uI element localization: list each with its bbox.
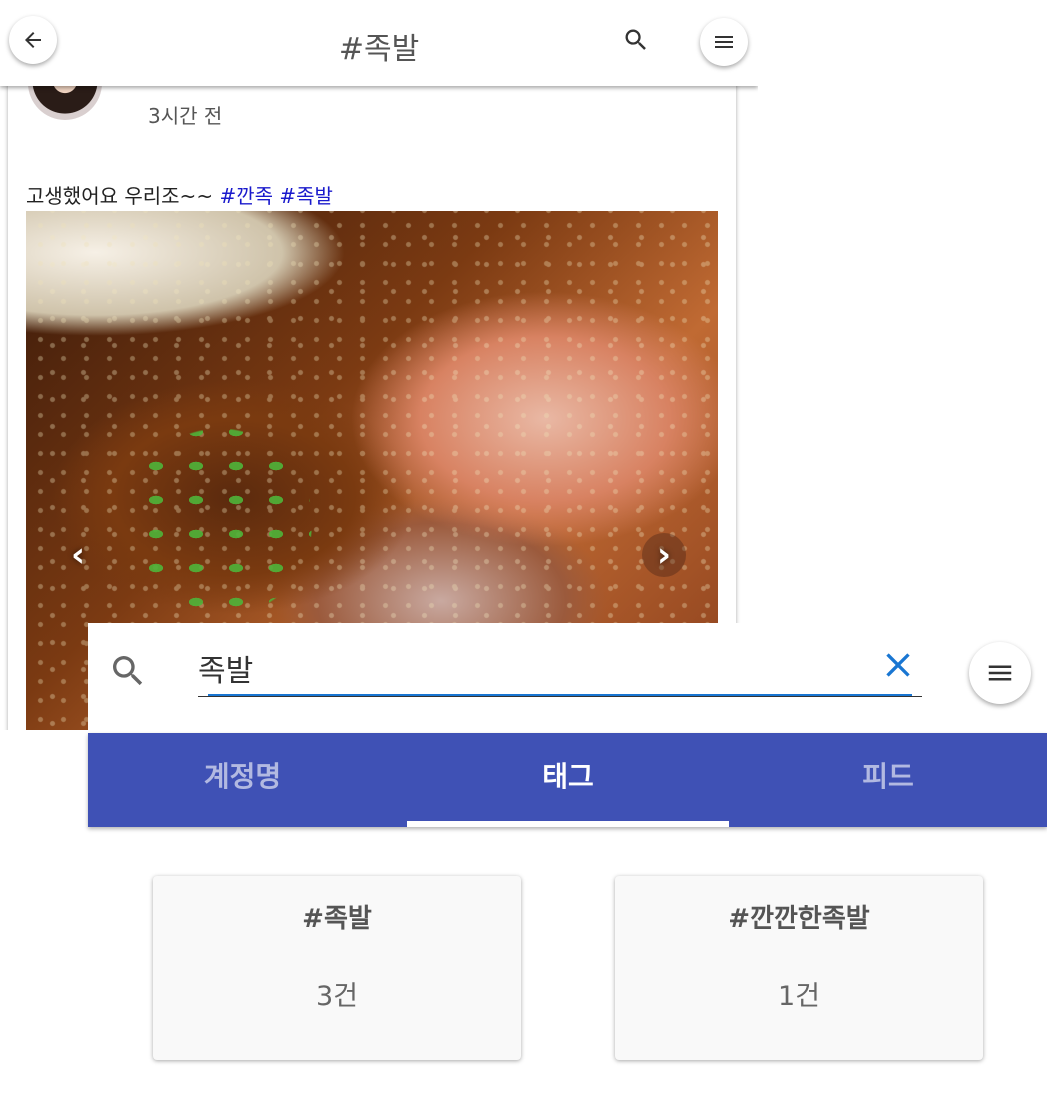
search-tabs: 계정명 태그 피드 bbox=[88, 733, 1047, 827]
menu-button[interactable] bbox=[700, 18, 748, 66]
close-icon[interactable] bbox=[878, 645, 918, 685]
search-input[interactable] bbox=[198, 643, 908, 693]
hamburger-menu-icon bbox=[715, 36, 733, 48]
tag-post-count: 3건 bbox=[315, 981, 359, 1012]
post-time: 3시간 전 bbox=[148, 104, 223, 128]
tag-name: #깐깐한족발 bbox=[728, 904, 870, 934]
search-icon bbox=[113, 656, 143, 686]
menu-button[interactable] bbox=[969, 642, 1031, 704]
input-focus-underline bbox=[208, 694, 912, 696]
hashtag-link[interactable]: #깐족 bbox=[219, 184, 273, 208]
active-tab-indicator bbox=[407, 821, 729, 827]
hashtag-link[interactable]: #족발 bbox=[279, 184, 333, 208]
post-caption: 고생했어요 우리조~~ #깐족 #족발 bbox=[26, 180, 333, 209]
tag-name: #족발 bbox=[302, 904, 372, 934]
carousel-prev-button[interactable]: ‹ bbox=[56, 533, 100, 577]
tag-result-card[interactable]: #족발 3건 bbox=[153, 876, 521, 1060]
tab-feed[interactable]: 피드 bbox=[729, 733, 1047, 827]
top-app-bar: #족발 bbox=[0, 0, 758, 86]
tab-tag[interactable]: 태그 bbox=[407, 733, 729, 827]
hamburger-menu-icon bbox=[988, 665, 1012, 681]
tag-post-count: 1건 bbox=[777, 981, 821, 1012]
search-icon[interactable] bbox=[622, 26, 650, 54]
tab-account[interactable]: 계정명 bbox=[88, 733, 397, 827]
search-bar bbox=[88, 623, 1047, 733]
carousel-next-button[interactable]: › bbox=[642, 533, 686, 577]
caption-text: 고생했어요 우리조~~ bbox=[26, 184, 220, 208]
tag-result-card[interactable]: #깐깐한족발 1건 bbox=[615, 876, 983, 1060]
feed-screen: 3시간 전 고생했어요 우리조~~ #깐족 #족발 ‹ › #족발 bbox=[0, 0, 758, 730]
search-screen: 계정명 태그 피드 #족발 3건 #깐깐한족발 1건 bbox=[88, 623, 1047, 1101]
input-underline bbox=[198, 696, 922, 697]
